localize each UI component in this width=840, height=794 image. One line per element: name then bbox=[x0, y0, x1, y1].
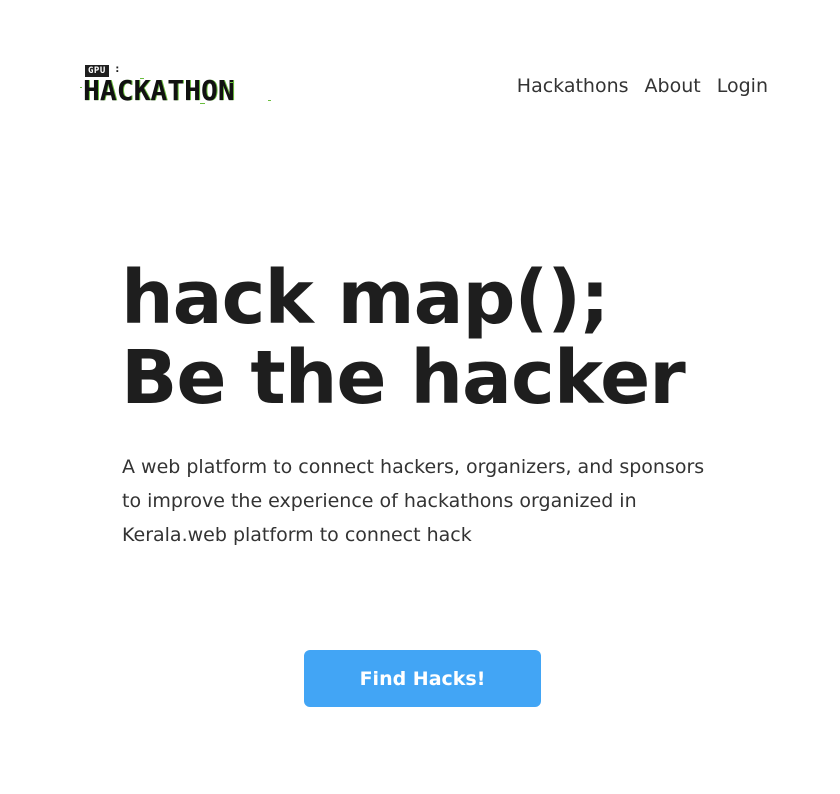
hero-line-1: hack map(); bbox=[121, 255, 610, 341]
hero-description: A web platform to connect hackers, organ… bbox=[122, 456, 705, 546]
main-nav: Hackathons About Login bbox=[517, 72, 768, 100]
nav-about-link[interactable]: About bbox=[645, 72, 701, 100]
find-hacks-button[interactable]: Find Hacks! bbox=[304, 650, 541, 707]
hero-heading: hack map(); Be the hacker bbox=[121, 258, 741, 418]
hero-line-2: Be the hacker bbox=[121, 335, 686, 421]
logo-glitch-icon bbox=[80, 78, 271, 104]
nav-hackathons-link[interactable]: Hackathons bbox=[517, 72, 629, 100]
site-logo[interactable]: GPU : HACKATHON bbox=[80, 62, 272, 108]
nav-login-link[interactable]: Login bbox=[717, 72, 768, 100]
